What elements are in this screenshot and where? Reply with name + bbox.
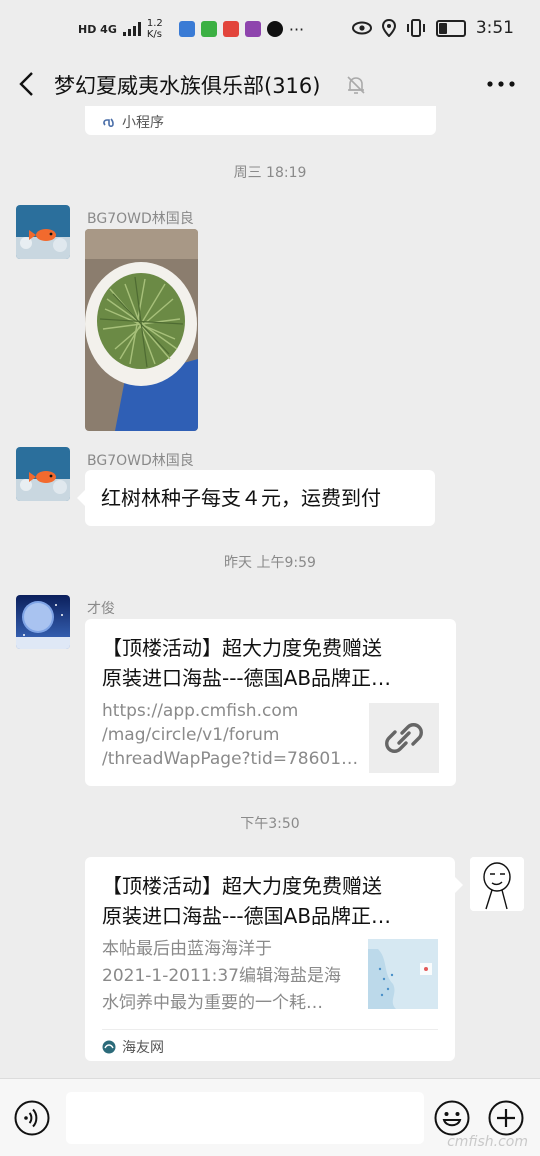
self-avatar[interactable] (470, 857, 524, 911)
more-notifications: ··· (288, 19, 305, 39)
sender-name: BG7OWD林国良 (87, 453, 194, 469)
link-card-desc-line3: 水饲养中最为重要的一个耗… (102, 993, 323, 1013)
link-card-message-self[interactable]: 【顶楼活动】超大力度免费赠送 原装进口海盐---德国AB品牌正… 本帖最后由蓝海… (85, 857, 455, 1061)
link-card-title-line1: 【顶楼活动】超大力度免费赠送 (102, 636, 382, 660)
bubble-tail (455, 877, 463, 893)
watermark: cmfish.com (447, 1134, 528, 1150)
timestamp: 下午3:50 (240, 816, 300, 832)
link-card-url-line3: /threadWapPage?tid=78601… (102, 749, 359, 769)
sender-name: 才俊 (87, 601, 115, 617)
net-speed: 1.2 K/s (146, 18, 163, 40)
link-thumbnail-map (368, 939, 438, 1009)
vibrate-icon (406, 19, 425, 37)
timestamp: 昨天 上午9:59 (224, 555, 316, 571)
mini-program-card[interactable]: 小程序 (85, 106, 436, 135)
app-notification-icon (244, 21, 261, 37)
link-card-desc-line2: 2021-1-2011:37编辑海盐是海 (102, 966, 341, 986)
status-bar-right: 3:51 (351, 18, 514, 38)
link-card-title-line2: 原装进口海盐---德国AB品牌正… (102, 904, 392, 928)
card-divider (102, 1029, 438, 1030)
avatar[interactable] (16, 595, 70, 649)
message-input[interactable] (66, 1092, 424, 1144)
avatar[interactable] (16, 447, 70, 501)
night-sky-avatar-image (16, 595, 70, 649)
network-label: HD 4G (78, 22, 117, 36)
link-icon (385, 723, 423, 753)
eye-icon (351, 21, 372, 35)
sender-name: BG7OWD林国良 (87, 211, 194, 227)
location-icon (381, 19, 396, 37)
app-notification-icon (200, 21, 217, 37)
mini-program-icon (103, 118, 114, 128)
source-logo-icon (102, 1040, 116, 1054)
voice-input-icon[interactable] (14, 1100, 50, 1136)
app-notification-icon (178, 21, 195, 37)
link-card-title-line1: 【顶楼活动】超大力度免费赠送 (102, 874, 382, 898)
link-source-row: 海友网 (102, 1037, 164, 1057)
chat-header: 梦幻夏威夷水族俱乐部(316) (0, 60, 540, 110)
fish-avatar-image (16, 205, 70, 259)
status-bar: HD 4G 1.2 K/s ··· 3:51 (0, 0, 540, 60)
image-message[interactable] (85, 229, 198, 431)
link-card-title-line2: 原装进口海盐---德国AB品牌正… (102, 666, 392, 690)
battery-level (438, 22, 447, 34)
app-notification-icon (222, 21, 239, 37)
chat-title: 梦幻夏威夷水族俱乐部(316) (54, 74, 321, 98)
text-message-bubble[interactable]: 红树林种子每支４元，运费到付 (77, 470, 435, 526)
link-card-desc-line1: 本帖最后由蓝海海洋于 (102, 939, 272, 959)
back-arrow-icon[interactable] (14, 70, 42, 98)
link-card-message[interactable]: 【顶楼活动】超大力度免费赠送 原装进口海盐---德国AB品牌正… https:/… (85, 619, 456, 786)
map-thumbnail-image (368, 939, 438, 1009)
photo-bowl-of-seeds (85, 229, 198, 431)
qq-icon (266, 21, 283, 37)
timestamp: 周三 18:19 (233, 165, 307, 181)
avatar[interactable] (16, 205, 70, 259)
link-card-url-line2: /mag/circle/v1/forum (102, 725, 280, 745)
emoji-icon[interactable] (434, 1100, 470, 1136)
plus-icon[interactable] (488, 1100, 524, 1136)
link-card-url-line1: https://app.cmfish.com (102, 701, 299, 721)
mini-program-row: 小程序 (102, 112, 164, 132)
battery-icon (435, 19, 466, 37)
input-bar: cmfish.com (0, 1078, 540, 1156)
fish-avatar-image (16, 447, 70, 501)
more-options-icon[interactable] (486, 72, 516, 96)
link-thumbnail (369, 703, 439, 773)
mini-program-label: 小程序 (122, 115, 164, 131)
clock: 3:51 (475, 18, 514, 38)
mute-bell-icon (347, 76, 365, 94)
signal-icon (122, 22, 141, 36)
doodle-avatar-image (470, 857, 524, 911)
status-bar-left: HD 4G 1.2 K/s ··· (78, 18, 304, 40)
link-source-name: 海友网 (122, 1040, 164, 1056)
